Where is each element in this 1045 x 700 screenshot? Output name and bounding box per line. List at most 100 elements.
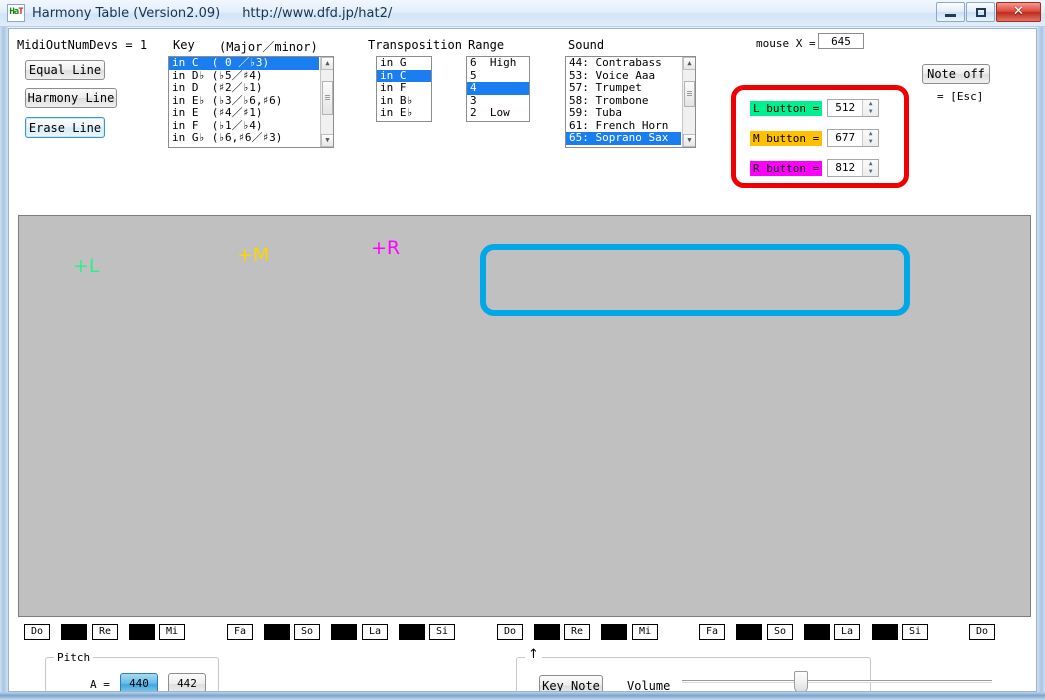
range-list-item[interactable]: 2 Low: [467, 106, 529, 120]
range-list-item[interactable]: 4: [467, 81, 529, 95]
erase-line-button[interactable]: Erase Line: [25, 117, 105, 138]
l-button-row: L button = 512 ▲ ▼: [750, 99, 880, 117]
close-button[interactable]: ✕: [996, 2, 1041, 22]
key-listbox[interactable]: in C ( 0 ／♭3) in D♭ (♭5／♯4) in D (♯2／♭1) in…: [168, 56, 334, 148]
note-off-button[interactable]: Note off: [922, 64, 990, 84]
white-key[interactable]: Fa: [227, 624, 253, 640]
r-button-spinner[interactable]: 812 ▲ ▼: [827, 159, 880, 177]
transposition-list-item[interactable]: in G: [377, 57, 431, 70]
white-key[interactable]: Do: [969, 624, 995, 640]
key-section-label: Key: [173, 38, 195, 52]
sound-list-item[interactable]: 59: Tuba: [566, 106, 681, 120]
spinner-down-icon[interactable]: ▼: [863, 168, 878, 176]
pitch-group-legend: Pitch: [54, 651, 94, 664]
key-list-item[interactable]: in E (♯4／♯1): [169, 106, 319, 120]
white-key[interactable]: Do: [497, 624, 523, 640]
white-key[interactable]: So: [767, 624, 793, 640]
black-key[interactable]: [264, 624, 290, 640]
black-key[interactable]: [399, 624, 425, 640]
white-key[interactable]: La: [362, 624, 388, 640]
mouse-x-label: mouse X =: [756, 37, 816, 50]
volume-slider-track[interactable]: [682, 680, 992, 683]
marker-m: +M: [237, 244, 270, 266]
white-key[interactable]: Si: [902, 624, 928, 640]
m-button-spinner[interactable]: 677 ▲ ▼: [827, 129, 880, 147]
spinner-down-icon[interactable]: ▼: [863, 138, 878, 146]
white-key[interactable]: Fa: [699, 624, 725, 640]
black-key[interactable]: [61, 624, 87, 640]
sound-listbox-scrollbar[interactable]: ▲ ▼: [682, 57, 695, 147]
white-key[interactable]: Re: [92, 624, 118, 640]
harmony-line-button[interactable]: Harmony Line: [25, 88, 117, 108]
key-list-item[interactable]: in D (♯2／♭1): [169, 81, 319, 95]
piano-keyboard-strip[interactable]: Do Re Mi Fa So La Si Do Re Mi Fa So La Si Do: [18, 621, 1031, 643]
volume-label: Volume: [627, 679, 671, 692]
sound-list-item[interactable]: 65: Soprano Sax: [566, 131, 681, 145]
volume-slider-thumb[interactable]: [794, 671, 808, 691]
maximize-icon: [976, 8, 986, 17]
spinner-up-icon[interactable]: ▲: [863, 160, 878, 168]
sound-listbox[interactable]: 44: Contrabass 53: Voice Aaa 57: Trumpet 58…: [565, 56, 696, 148]
l-button-spinner[interactable]: 512 ▲ ▼: [827, 99, 880, 117]
minimize-button[interactable]: [936, 2, 965, 22]
spinner-arrows[interactable]: ▲ ▼: [862, 130, 879, 146]
white-key[interactable]: Do: [24, 624, 50, 640]
range-list-item[interactable]: 6 High: [467, 57, 529, 70]
sound-list-item[interactable]: 57: Trumpet: [566, 81, 681, 95]
m-button-value[interactable]: 677: [828, 130, 863, 146]
black-key[interactable]: [534, 624, 560, 640]
black-key[interactable]: [736, 624, 762, 640]
pitch-440-button[interactable]: 440: [120, 673, 158, 691]
spinner-up-icon[interactable]: ▲: [863, 130, 878, 138]
scroll-down-icon[interactable]: ▼: [321, 134, 333, 147]
mouse-button-panel: L button = 512 ▲ ▼ M button = 677 ▲ ▼ R bu…: [731, 85, 909, 188]
transposition-list-item[interactable]: in E♭: [377, 106, 431, 120]
black-key[interactable]: [804, 624, 830, 640]
key-list-item[interactable]: in G♭ (♭6,♯6／♯3): [169, 131, 319, 145]
black-key[interactable]: [129, 624, 155, 640]
client-area: MidiOutNumDevs = 1 Equal Line Harmony Li…: [8, 28, 1037, 692]
volume-slider[interactable]: [682, 671, 994, 691]
transposition-section-label: Transposition: [368, 38, 462, 52]
pitch-note-label: A =: [90, 678, 110, 691]
scroll-up-icon[interactable]: ▲: [683, 57, 695, 70]
selection-highlight-box: [480, 244, 910, 316]
maximize-button[interactable]: [966, 2, 995, 22]
scrollbar-thumb[interactable]: [322, 81, 333, 115]
white-key[interactable]: Mi: [632, 624, 658, 640]
harmony-canvas[interactable]: +L +M +R: [18, 215, 1031, 617]
white-key[interactable]: Mi: [159, 624, 185, 640]
spinner-up-icon[interactable]: ▲: [863, 100, 878, 108]
key-note-button[interactable]: Key Note: [539, 675, 603, 691]
window-title: Harmony Table (Version2.09): [32, 5, 221, 21]
equal-line-button[interactable]: Equal Line: [25, 60, 105, 80]
white-key[interactable]: Si: [429, 624, 455, 640]
transposition-listbox[interactable]: in Gin Cin Fin B♭ in E♭: [376, 56, 432, 122]
keynote-volume-group: ↑ Key Note Volume: [516, 647, 992, 692]
scroll-up-icon[interactable]: ▲: [321, 57, 333, 70]
marker-r: +R: [371, 237, 401, 259]
window-controls: ✕: [935, 2, 1041, 22]
range-listbox[interactable]: 6 High 5 4 3 2 Low: [466, 56, 530, 122]
white-key[interactable]: La: [834, 624, 860, 640]
white-key[interactable]: So: [294, 624, 320, 640]
black-key[interactable]: [601, 624, 627, 640]
transposition-list-item[interactable]: in F: [377, 81, 431, 95]
key-list-item[interactable]: in C ( 0 ／♭3): [169, 57, 319, 70]
r-button-value[interactable]: 812: [828, 160, 863, 176]
black-key[interactable]: [331, 624, 357, 640]
black-key[interactable]: [872, 624, 898, 640]
pitch-442-button[interactable]: 442: [168, 673, 206, 691]
key-listbox-scrollbar[interactable]: ▲ ▼: [320, 57, 333, 147]
white-key[interactable]: Re: [564, 624, 590, 640]
sound-list-item[interactable]: 44: Contrabass: [566, 57, 681, 70]
scrollbar-thumb[interactable]: [684, 81, 695, 107]
spinner-down-icon[interactable]: ▼: [863, 108, 878, 116]
spinner-arrows[interactable]: ▲ ▼: [862, 100, 879, 116]
scroll-down-icon[interactable]: ▼: [683, 134, 695, 147]
window-frame-right: [1037, 27, 1045, 694]
spinner-arrows[interactable]: ▲ ▼: [862, 160, 879, 176]
l-button-value[interactable]: 512: [828, 100, 863, 116]
mouse-x-value: 645: [818, 33, 864, 49]
range-section-label: Range: [468, 38, 505, 52]
